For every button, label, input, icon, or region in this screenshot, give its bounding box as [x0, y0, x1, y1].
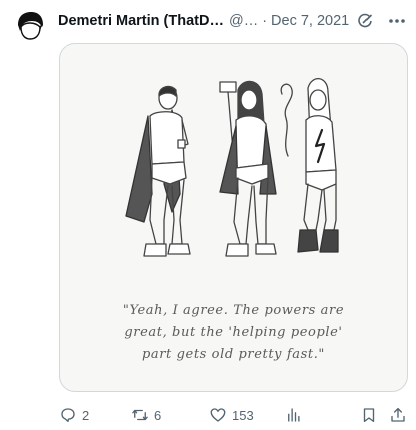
retweet-icon	[132, 409, 148, 421]
tweet-action-bar: 2 6 153	[59, 403, 409, 427]
user-handle[interactable]: @…	[229, 13, 258, 29]
retweet-count: 6	[154, 407, 162, 423]
separator-dot: ·	[262, 13, 268, 29]
reply-icon	[61, 408, 75, 423]
like-button[interactable]: 153	[209, 403, 254, 427]
avatar-image	[15, 11, 45, 41]
edited-icon[interactable]	[357, 13, 373, 29]
lightning-hero-figure	[280, 78, 339, 253]
more-icon[interactable]	[386, 13, 408, 29]
bookmark-icon	[363, 408, 375, 423]
bookmark-button[interactable]	[360, 403, 378, 427]
reply-button[interactable]: 2	[59, 403, 89, 427]
heart-icon	[210, 408, 226, 422]
caped-hero-figure	[125, 85, 191, 257]
like-count: 153	[232, 407, 254, 423]
share-icon	[391, 407, 405, 422]
retweet-button[interactable]: 6	[131, 403, 161, 427]
share-button[interactable]	[389, 403, 407, 427]
hammer-hero-figure	[219, 80, 277, 257]
views-button[interactable]	[285, 403, 303, 427]
reply-count: 2	[82, 407, 90, 423]
tweet-media[interactable]: "Yeah, I agree. The powers are great, bu…	[59, 43, 408, 392]
avatar[interactable]	[15, 11, 45, 41]
views-chart-icon	[288, 408, 300, 422]
caption-line: part gets old pretty fast."	[141, 347, 326, 362]
tweet-date[interactable]: Dec 7, 2021	[271, 13, 349, 29]
display-name[interactable]: Demetri Martin (ThatD…	[58, 13, 224, 29]
caption-line: great, but the 'helping people'	[124, 325, 343, 340]
caption-line: "Yeah, I agree. The powers are	[122, 303, 345, 318]
tweet-header: Demetri Martin (ThatD… @… · Dec 7, 2021	[58, 10, 408, 32]
comic-caption: "Yeah, I agree. The powers are great, bu…	[60, 300, 407, 366]
